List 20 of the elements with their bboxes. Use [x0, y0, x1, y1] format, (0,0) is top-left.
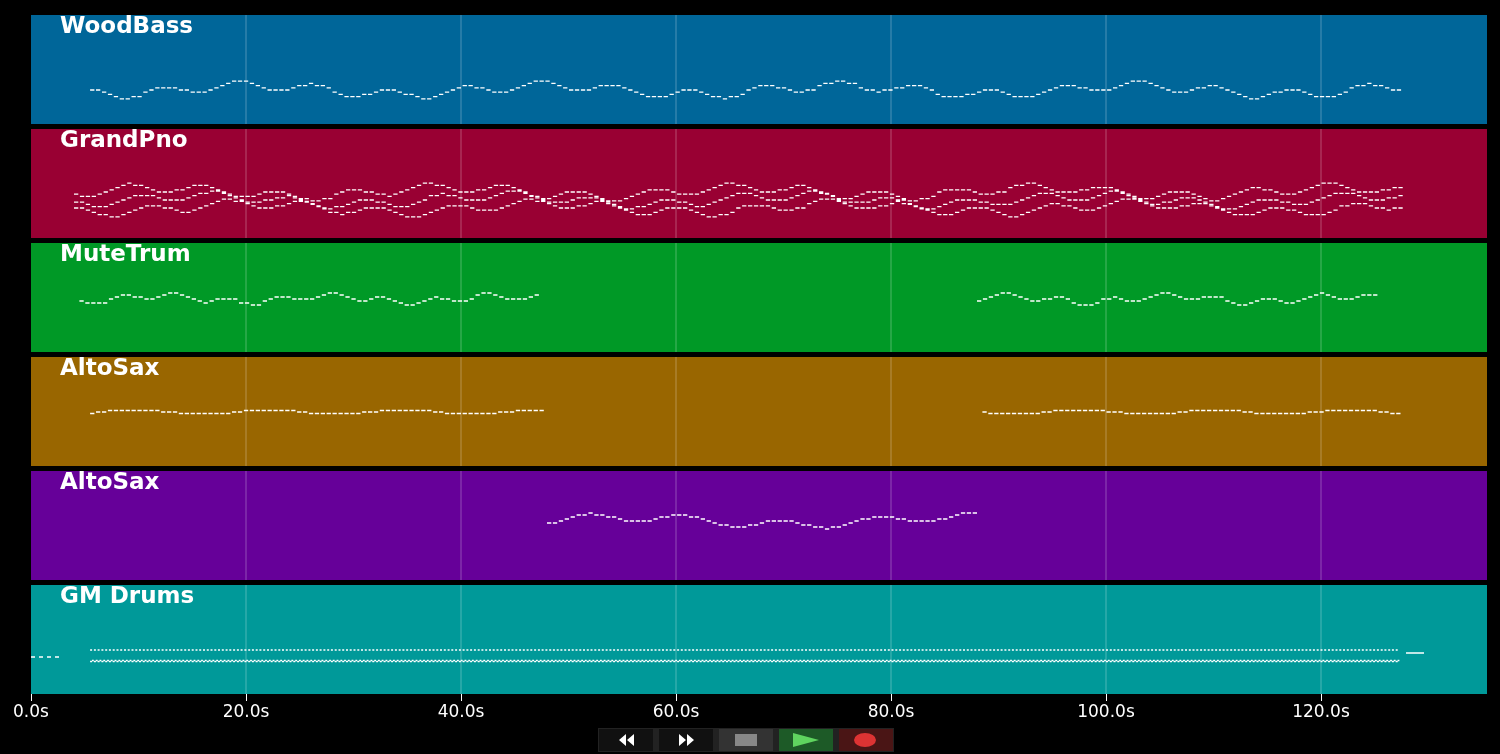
stop-button[interactable]	[719, 729, 773, 751]
fast-forward-icon	[676, 732, 696, 748]
time-label: 0.0s	[13, 702, 49, 720]
track-name: WoodBass	[60, 11, 194, 40]
fast-forward-button[interactable]	[659, 729, 713, 751]
play-button[interactable]	[779, 729, 833, 751]
track-name: GrandPno	[60, 125, 188, 154]
rewind-button[interactable]	[599, 729, 653, 751]
record-button[interactable]	[839, 729, 893, 751]
time-label: 80.0s	[867, 702, 915, 720]
stop-icon	[732, 732, 760, 748]
time-label: 100.0s	[1077, 702, 1135, 720]
time-label: 40.0s	[437, 702, 485, 720]
time-label: 120.0s	[1292, 702, 1350, 720]
track-name: AltoSax	[60, 353, 160, 382]
time-label: 60.0s	[652, 702, 700, 720]
track-name: GM Drums	[60, 581, 195, 610]
track-name: AltoSax	[60, 467, 160, 496]
track-name: MuteTrum	[60, 239, 191, 268]
time-label: 20.0s	[222, 702, 270, 720]
